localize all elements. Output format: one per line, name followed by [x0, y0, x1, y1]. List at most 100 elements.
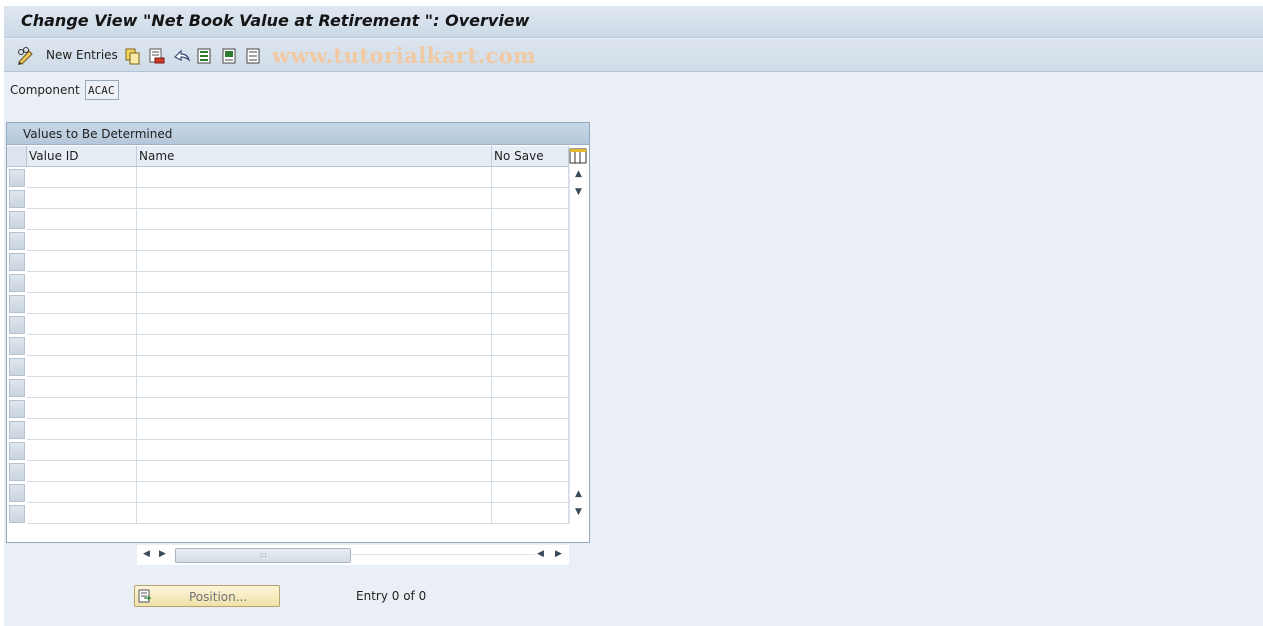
cell-value-id[interactable]	[27, 335, 137, 356]
horizontal-thumb[interactable]: :::	[175, 548, 351, 563]
table-row[interactable]	[7, 251, 569, 272]
table-row[interactable]	[7, 188, 569, 209]
deselect-all-icon[interactable]	[246, 47, 262, 65]
cell-name[interactable]	[137, 482, 492, 503]
cell-name[interactable]	[137, 356, 492, 377]
cell-value-id[interactable]	[27, 440, 137, 461]
cell-name[interactable]	[137, 209, 492, 230]
table-row[interactable]	[7, 293, 569, 314]
table-row[interactable]	[7, 377, 569, 398]
delete-icon[interactable]	[149, 47, 165, 65]
table-row[interactable]	[7, 230, 569, 251]
table-row[interactable]	[7, 272, 569, 293]
cell-no-save[interactable]	[492, 293, 569, 314]
cell-value-id[interactable]	[27, 272, 137, 293]
copy-icon[interactable]	[125, 47, 141, 65]
table-row[interactable]	[7, 356, 569, 377]
cell-name[interactable]	[137, 440, 492, 461]
scroll-page-up-icon[interactable]: ▲	[575, 489, 582, 499]
cell-no-save[interactable]	[492, 314, 569, 335]
cell-name[interactable]	[137, 503, 492, 524]
cell-no-save[interactable]	[492, 419, 569, 440]
select-all-icon[interactable]	[197, 47, 213, 65]
row-selector[interactable]	[9, 463, 25, 481]
cell-no-save[interactable]	[492, 482, 569, 503]
scroll-left-icon[interactable]: ◀	[143, 549, 150, 559]
table-row[interactable]	[7, 482, 569, 503]
cell-name[interactable]	[137, 272, 492, 293]
cell-name[interactable]	[137, 230, 492, 251]
cell-no-save[interactable]	[492, 251, 569, 272]
cell-value-id[interactable]	[27, 209, 137, 230]
cell-no-save[interactable]	[492, 440, 569, 461]
cell-value-id[interactable]	[27, 503, 137, 524]
table-row[interactable]	[7, 209, 569, 230]
cell-value-id[interactable]	[27, 251, 137, 272]
display-change-icon[interactable]	[16, 47, 36, 65]
row-selector[interactable]	[9, 337, 25, 355]
row-selector[interactable]	[9, 484, 25, 502]
cell-value-id[interactable]	[27, 314, 137, 335]
cell-value-id[interactable]	[27, 461, 137, 482]
scroll-page-down-icon[interactable]: ▼	[575, 507, 582, 517]
table-row[interactable]	[7, 419, 569, 440]
cell-name[interactable]	[137, 314, 492, 335]
row-selector[interactable]	[9, 400, 25, 418]
cell-no-save[interactable]	[492, 503, 569, 524]
cell-value-id[interactable]	[27, 377, 137, 398]
cell-value-id[interactable]	[27, 230, 137, 251]
cell-name[interactable]	[137, 293, 492, 314]
cell-name[interactable]	[137, 335, 492, 356]
row-selector[interactable]	[9, 358, 25, 376]
cell-value-id[interactable]	[27, 293, 137, 314]
row-selector[interactable]	[9, 295, 25, 313]
row-selector[interactable]	[9, 190, 25, 208]
cell-no-save[interactable]	[492, 167, 569, 188]
table-settings-icon[interactable]	[569, 147, 587, 165]
position-button[interactable]: Position...	[134, 585, 280, 607]
undo-icon[interactable]	[173, 47, 191, 65]
cell-value-id[interactable]	[27, 188, 137, 209]
scroll-down-icon[interactable]: ▼	[575, 187, 582, 197]
column-header-name[interactable]: Name	[137, 146, 492, 167]
scroll-up-icon[interactable]: ▲	[575, 169, 582, 179]
table-row[interactable]	[7, 167, 569, 188]
cell-no-save[interactable]	[492, 272, 569, 293]
cell-name[interactable]	[137, 461, 492, 482]
table-row[interactable]	[7, 461, 569, 482]
cell-name[interactable]	[137, 167, 492, 188]
row-selector[interactable]	[9, 169, 25, 187]
cell-value-id[interactable]	[27, 398, 137, 419]
table-row[interactable]	[7, 335, 569, 356]
horizontal-scrollbar[interactable]: ◀ ▶ ::: ◀ ▶	[137, 545, 569, 565]
column-header-no-save[interactable]: No Save	[492, 146, 569, 167]
cell-no-save[interactable]	[492, 335, 569, 356]
row-selector[interactable]	[9, 232, 25, 250]
table-row[interactable]	[7, 398, 569, 419]
select-all-column-header[interactable]	[7, 146, 27, 167]
cell-name[interactable]	[137, 188, 492, 209]
row-selector[interactable]	[9, 442, 25, 460]
row-selector[interactable]	[9, 253, 25, 271]
select-block-icon[interactable]	[222, 47, 238, 65]
row-selector[interactable]	[9, 505, 25, 523]
cell-name[interactable]	[137, 419, 492, 440]
row-selector[interactable]	[9, 316, 25, 334]
cell-no-save[interactable]	[492, 209, 569, 230]
new-entries-button[interactable]: New Entries	[46, 48, 118, 62]
table-row[interactable]	[7, 314, 569, 335]
table-row[interactable]	[7, 440, 569, 461]
cell-no-save[interactable]	[492, 230, 569, 251]
row-selector[interactable]	[9, 211, 25, 229]
cell-no-save[interactable]	[492, 377, 569, 398]
cell-no-save[interactable]	[492, 188, 569, 209]
cell-name[interactable]	[137, 377, 492, 398]
vertical-scrollbar[interactable]: ▲ ▼ ▲ ▼	[569, 167, 589, 524]
cell-name[interactable]	[137, 398, 492, 419]
row-selector[interactable]	[9, 379, 25, 397]
cell-no-save[interactable]	[492, 461, 569, 482]
cell-value-id[interactable]	[27, 356, 137, 377]
cell-value-id[interactable]	[27, 482, 137, 503]
cell-name[interactable]	[137, 251, 492, 272]
table-row[interactable]	[7, 503, 569, 524]
